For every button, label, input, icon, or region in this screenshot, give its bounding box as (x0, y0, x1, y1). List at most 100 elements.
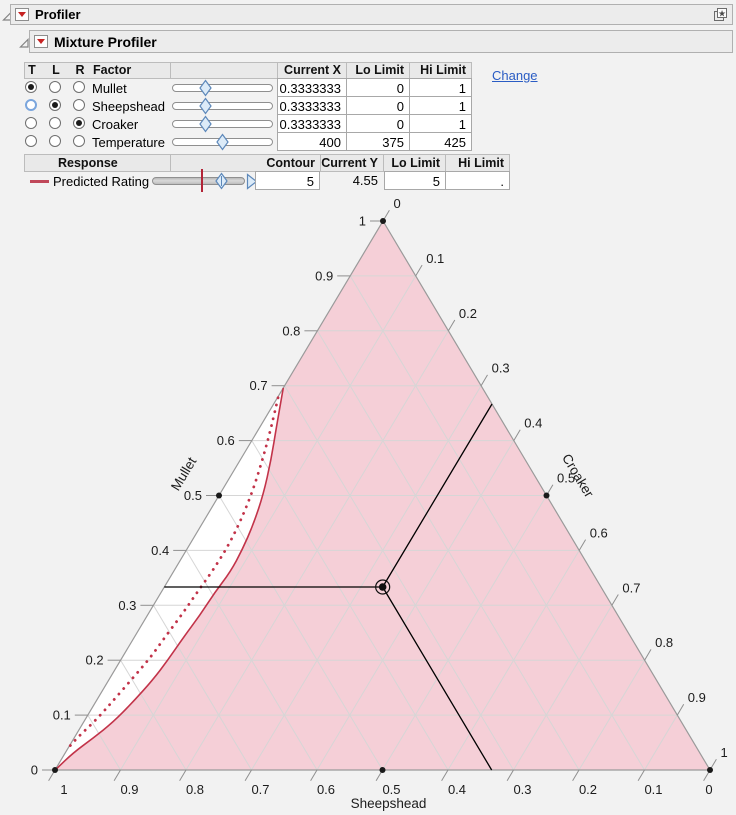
tick-label: 0.1 (426, 251, 444, 266)
tick-label: 0.7 (250, 378, 268, 393)
tick-label: 0.9 (120, 782, 138, 797)
col-header-r: R (75, 63, 85, 77)
radio-left-axis[interactable] (49, 81, 61, 93)
tick-mark (578, 539, 587, 551)
tick-label: 1 (721, 745, 728, 760)
current-point-handle[interactable] (378, 583, 387, 591)
lo-limit-input[interactable]: 5 (384, 171, 446, 190)
factor-row-mullet: Mullet 0.3333333 0 1 (0, 78, 736, 97)
tick-label: 0.8 (282, 323, 300, 338)
factor-row-croaker: Croaker 0.3333333 0 1 (0, 114, 736, 133)
lo-limit-input[interactable]: 375 (346, 132, 410, 151)
current-y-value: 4.55 (352, 173, 378, 188)
tick-label: 0.6 (317, 782, 335, 797)
radio-right-axis[interactable] (73, 99, 85, 111)
radio-top-axis[interactable] (25, 135, 37, 147)
radio-right-axis[interactable] (73, 117, 85, 129)
current-x-input[interactable]: 0.3333333 (277, 96, 347, 115)
tick-mark (310, 769, 318, 782)
slider-track[interactable] (172, 102, 273, 110)
tick-label: 0.8 (186, 782, 204, 797)
tick-label: 0.3 (492, 361, 510, 376)
col-header-lo-limit: Lo Limit (383, 154, 446, 172)
current-x-input[interactable]: 0.3333333 (277, 114, 347, 133)
col-header-t: T (28, 63, 36, 77)
response-row-predicted-rating: Predicted Rating 5 4.55 5 . (0, 169, 736, 192)
radio-left-axis[interactable] (49, 135, 61, 147)
radio-left-axis[interactable] (49, 117, 61, 129)
response-table-header: Response (24, 154, 171, 172)
slider-thumb[interactable] (216, 133, 229, 151)
tick-label: 0.5 (382, 782, 400, 797)
outline-header-profiler: Profiler ★ (10, 4, 733, 25)
tick-label: 0.9 (315, 268, 333, 283)
factor-slider[interactable] (172, 133, 273, 151)
col-header-hi-limit: Hi Limit (445, 154, 510, 172)
contour-input[interactable]: 5 (255, 171, 320, 190)
tick-label: 0 (705, 782, 712, 797)
tick-mark (415, 264, 423, 277)
radio-top-axis[interactable] (25, 117, 37, 129)
slider-column-header (170, 62, 278, 79)
current-x-input[interactable]: 0.3333333 (277, 78, 347, 97)
tick-label: 1 (359, 214, 366, 229)
radio-right-axis[interactable] (73, 135, 85, 147)
tick-mark (611, 594, 619, 606)
tick-label: 0.2 (459, 306, 477, 321)
tick-label: 0.4 (151, 543, 169, 558)
tick-mark (480, 374, 488, 386)
lo-limit-input[interactable]: 0 (346, 96, 410, 115)
radio-right-axis[interactable] (73, 81, 85, 93)
col-header-response: Response (58, 156, 118, 170)
col-header-current-x: Current X (277, 62, 347, 79)
bookmark-button[interactable]: ★ (712, 6, 729, 23)
tick-label: 0.2 (86, 653, 104, 668)
factor-row-sheepshead: Sheepshead 0.3333333 0 1 (0, 96, 736, 115)
tick-mark (447, 319, 456, 332)
tick-label: 0.9 (688, 690, 706, 705)
factor-name: Sheepshead (92, 99, 166, 114)
response-slider[interactable] (152, 169, 245, 192)
hi-limit-input[interactable]: 1 (409, 78, 472, 97)
contour-slider-thumb[interactable] (215, 172, 229, 190)
axis-dot (380, 218, 386, 224)
tick-mark (572, 769, 580, 782)
red-triangle-menu-button[interactable] (15, 8, 29, 21)
factor-slider[interactable] (172, 115, 273, 133)
tick-mark (513, 429, 521, 441)
red-triangle-menu-button[interactable] (34, 35, 48, 48)
axis-dot (543, 492, 550, 499)
hi-limit-input[interactable]: . (445, 171, 510, 190)
slider-thumb[interactable] (199, 79, 212, 97)
slider-track[interactable] (172, 84, 273, 92)
radio-top-axis[interactable] (25, 81, 37, 93)
tick-label: 0.2 (579, 782, 597, 797)
slider-track[interactable] (152, 177, 245, 185)
col-header-factor: Factor (93, 63, 132, 77)
current-y-marker (201, 169, 204, 192)
radio-top-axis[interactable] (25, 99, 37, 111)
slider-thumb[interactable] (199, 115, 212, 133)
response-name: Predicted Rating (53, 174, 150, 189)
factor-name: Mullet (92, 81, 127, 96)
tick-label: 0 (394, 196, 401, 211)
slider-track[interactable] (172, 120, 273, 128)
col-header-current-y: Current Y (320, 154, 384, 172)
slider-thumb[interactable] (199, 97, 212, 115)
factor-slider[interactable] (172, 79, 273, 97)
factor-slider[interactable] (172, 97, 273, 115)
lo-limit-input[interactable]: 0 (346, 78, 410, 97)
hi-limit-input[interactable]: 425 (409, 132, 472, 151)
hi-limit-input[interactable]: 1 (409, 96, 472, 115)
tick-mark (244, 769, 252, 782)
current-x-input[interactable]: 400 (277, 132, 347, 151)
lo-limit-input[interactable]: 0 (346, 114, 410, 133)
tick-label: 0.3 (118, 598, 136, 613)
col-header-lo-limit: Lo Limit (346, 62, 410, 79)
section-title: Mixture Profiler (54, 33, 157, 50)
radio-left-axis[interactable] (49, 99, 61, 111)
tick-label: 0.1 (644, 782, 662, 797)
axis-dot (216, 492, 222, 499)
tick-label: 0 (31, 763, 38, 778)
hi-limit-input[interactable]: 1 (409, 114, 472, 133)
